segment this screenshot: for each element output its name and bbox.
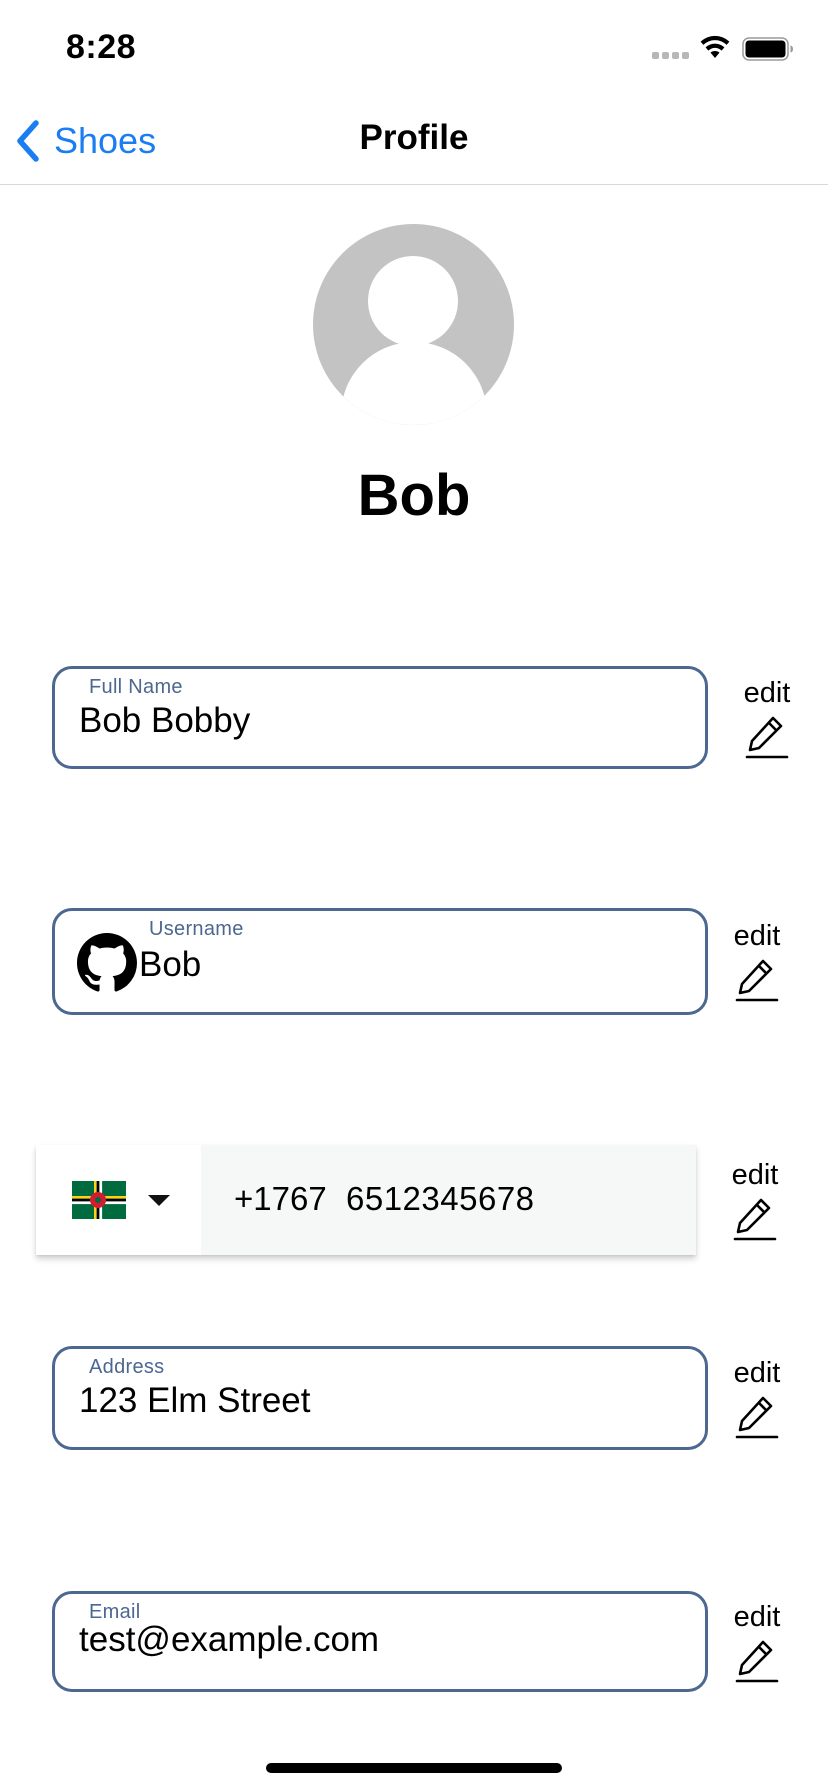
username-value: Bob	[139, 945, 202, 984]
dial-code: +1767	[234, 1180, 327, 1217]
dominica-flag-icon	[72, 1181, 126, 1219]
username-label: Username	[149, 918, 244, 940]
phone-field[interactable]: +1767 6512345678	[36, 1145, 696, 1255]
home-indicator[interactable]	[266, 1763, 562, 1773]
full-name-value: Bob Bobby	[79, 701, 251, 740]
pencil-icon	[745, 716, 789, 759]
edit-label: edit	[733, 1357, 781, 1389]
edit-address-button[interactable]: edit	[722, 1356, 792, 1440]
email-value: test@example.com	[79, 1620, 380, 1659]
edit-full-name-button[interactable]: edit	[732, 676, 802, 760]
edit-username-button[interactable]: edit	[722, 919, 792, 1003]
default-avatar-icon	[313, 224, 514, 425]
pencil-icon	[735, 959, 779, 1002]
username-field[interactable]: Username Bob	[52, 908, 708, 1015]
full-name-label: Full Name	[89, 676, 183, 698]
profile-name: Bob	[357, 463, 471, 528]
status-time: 8:28	[66, 28, 137, 66]
battery-icon	[742, 37, 793, 61]
edit-label: edit	[733, 1601, 781, 1633]
wifi-icon	[700, 35, 730, 58]
pencil-icon	[735, 1396, 779, 1439]
edit-email-button[interactable]: edit	[722, 1600, 792, 1684]
address-label: Address	[89, 1356, 165, 1378]
full-name-field[interactable]: Full Name Bob Bobby	[52, 666, 708, 769]
back-button[interactable]: Shoes	[14, 118, 156, 164]
nav-divider	[0, 184, 828, 185]
address-value: 123 Elm Street	[79, 1381, 311, 1420]
github-icon	[77, 933, 137, 992]
address-field[interactable]: Address 123 Elm Street	[52, 1346, 708, 1450]
back-button-label: Shoes	[54, 120, 157, 161]
phone-number-input[interactable]: 6512345678	[346, 1180, 535, 1218]
edit-label: edit	[731, 1159, 779, 1191]
email-field[interactable]: Email test@example.com	[52, 1591, 708, 1692]
edit-phone-button[interactable]: edit	[720, 1158, 790, 1242]
cellular-signal-icon	[652, 52, 689, 59]
pencil-icon	[733, 1198, 777, 1241]
country-picker[interactable]	[36, 1145, 201, 1255]
chevron-down-icon	[148, 1195, 170, 1206]
pencil-icon	[735, 1640, 779, 1683]
edit-label: edit	[743, 677, 791, 709]
chevron-left-icon	[17, 120, 39, 162]
edit-label: edit	[733, 920, 781, 952]
